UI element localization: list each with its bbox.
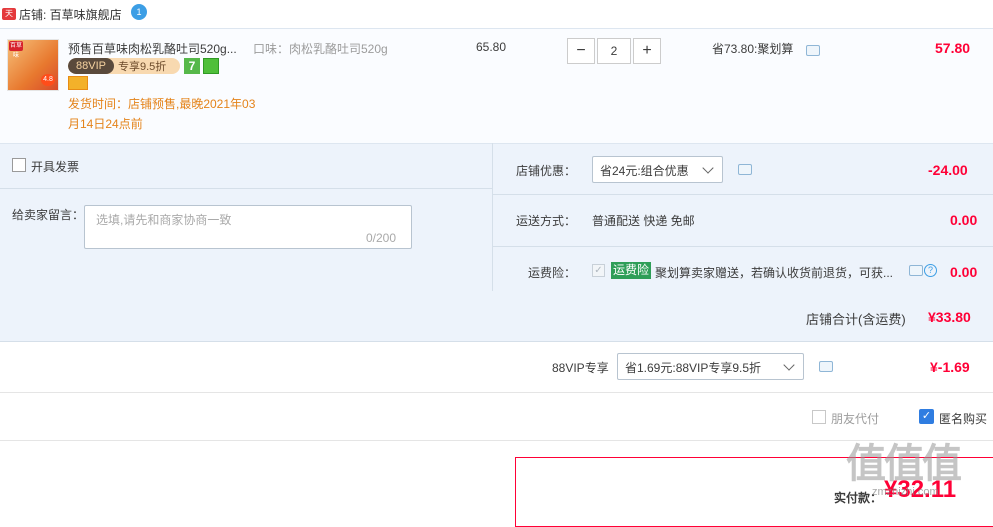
shop-name-link[interactable]: 店铺: 百草味旗舰店 (19, 6, 122, 23)
insurance-badge: 运费险 (611, 262, 652, 279)
divider (0, 392, 993, 393)
invoice-label[interactable]: 开具发票 (31, 158, 79, 175)
anonymous-checkbox[interactable]: ✓ (919, 409, 934, 424)
anonymous-label[interactable]: 匿名购买 (939, 410, 987, 427)
friend-pay-checkbox[interactable] (812, 410, 826, 424)
vip-discount-label: 88VIP专享 (552, 361, 609, 375)
tmall-badge: 天猫 (2, 8, 16, 30)
comment-icon[interactable] (806, 45, 820, 56)
divider (0, 188, 492, 189)
seller-message-label: 给卖家留言： (12, 208, 85, 222)
qty-decrease-button[interactable]: − (567, 38, 595, 64)
seven-day-return-icon: 7 (184, 58, 200, 74)
vip-discount-badge: 88VIP 专享9.5折 (68, 58, 180, 74)
divider (493, 194, 993, 195)
vip-88-label: 88VIP (68, 58, 114, 74)
qty-input[interactable]: 2 (597, 38, 631, 64)
watermark-text: zmzhizhi.com (872, 486, 939, 498)
shipping-fee-value: 0.00 (950, 212, 978, 228)
seller-message-placeholder: 选填,请先和商家协商一致 (96, 213, 232, 227)
comment-icon[interactable] (819, 361, 833, 372)
vip-discount-text: 专享9.5折 (117, 61, 167, 73)
comment-icon[interactable] (909, 265, 923, 276)
unit-price: 65.80 (476, 40, 507, 54)
shipping-method-text: 普通配送 快递 免邮 (592, 214, 695, 228)
insurance-value: 0.00 (950, 264, 978, 280)
shipping-insurance-label: 运费险： (528, 266, 577, 280)
card-payment-icon (68, 76, 88, 90)
savings-info: 省73.80:聚划算 (712, 42, 794, 56)
comment-icon[interactable] (738, 164, 752, 175)
shop-total-value: ¥33.80 (928, 309, 971, 325)
thumb-brand-logo: 百草味 (9, 41, 23, 59)
divider (492, 143, 493, 291)
watermark-logo: 值值值 (846, 442, 962, 486)
shop-discount-label: 店铺优惠： (516, 164, 577, 178)
qty-increase-button[interactable]: + (633, 38, 661, 64)
friend-pay-label[interactable]: 朋友代付 (831, 410, 879, 427)
shop-discount-value: -24.00 (928, 162, 968, 178)
product-title-link[interactable]: 预售百草味肉松乳酪吐司520g... (68, 40, 248, 57)
product-sku: 口味：肉松乳酪吐司520g (253, 42, 388, 56)
chat-bubble-icon[interactable]: 1 (131, 4, 147, 20)
guarantee-icon (203, 58, 219, 74)
shop-discount-selected[interactable]: 省24元:组合优惠 (600, 162, 689, 179)
item-subtotal: 57.80 (935, 40, 971, 56)
presale-ship-time: 发货时间：店铺预售,最晚2021年03月14日24点前 (68, 97, 256, 131)
message-char-count: 0/200 (366, 231, 397, 245)
vip-discount-value: ¥-1.69 (930, 359, 970, 375)
vip-discount-selected[interactable]: 省1.69元:88VIP专享9.5折 (625, 359, 761, 376)
shipping-method-label: 运送方式： (516, 214, 577, 228)
insurance-description: 聚划算卖家赠送，若确认收货前退货，可获... (655, 266, 894, 280)
thumb-rating-tag: 4.8 (41, 74, 55, 86)
divider (493, 246, 993, 247)
help-icon[interactable]: ? (924, 264, 937, 277)
shop-header (0, 0, 993, 28)
divider (0, 440, 993, 441)
shop-total-label: 店铺合计(含运费) (806, 312, 906, 327)
insurance-checkbox: ✓ (592, 264, 605, 277)
invoice-checkbox[interactable] (12, 158, 26, 172)
